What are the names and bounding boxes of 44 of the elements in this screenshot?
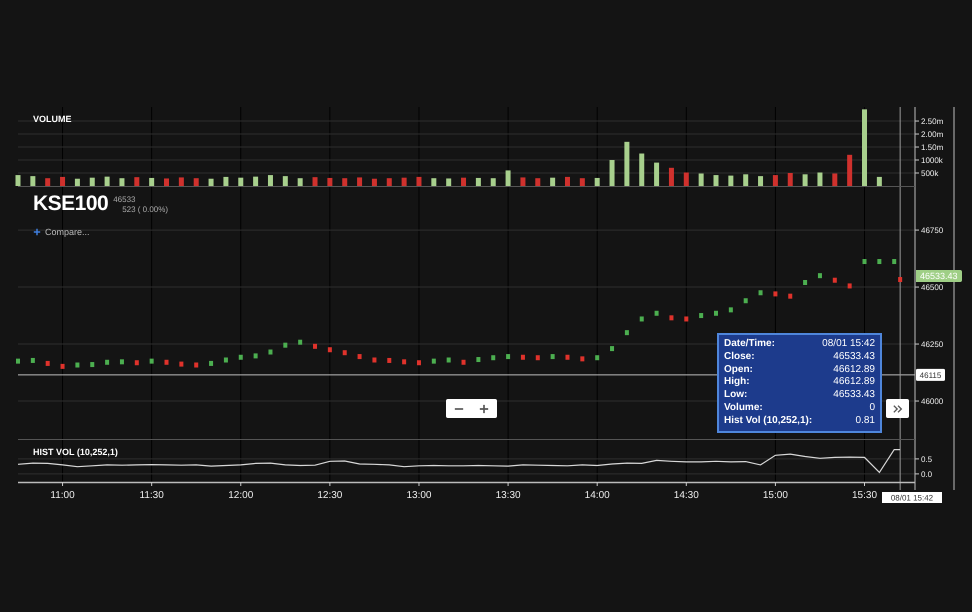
axis-label: 46000 [921, 397, 944, 406]
tooltip-label: Date/Time: [724, 338, 775, 351]
axis-label: 46250 [921, 340, 944, 350]
tooltip-label: Close: [724, 350, 755, 364]
axis-label: 13:00 [406, 490, 432, 501]
axis-label: 1000k [921, 156, 943, 166]
tooltip-label: Low: [724, 389, 748, 402]
axis-label: 12:30 [317, 490, 342, 501]
axis-label: 2.00m [921, 130, 944, 140]
axis-label: 46750 [921, 226, 944, 236]
tooltip-value: 08/01 15:42 [822, 338, 875, 351]
tooltip-value: 46612.89 [833, 364, 875, 376]
axis-label: 14:30 [674, 490, 699, 501]
axis-label: 0.0 [921, 470, 932, 479]
symbol-title: KSE100 [33, 193, 108, 215]
tooltip-value: 0.81 [856, 414, 875, 428]
axis-label: 12:00 [228, 490, 254, 501]
panel-title: VOLUME [33, 114, 72, 124]
axis-label: 2.50m [921, 117, 944, 126]
reference-price-tag: 46115 [916, 368, 945, 381]
axis-label: 46500 [921, 283, 944, 292]
change-value: 523 ( 0.00%) [122, 205, 168, 215]
panel-title: HIST VOL (10,252,1) [33, 447, 118, 457]
ref-line-label: 46115 [920, 370, 942, 380]
axis-label: 500k [921, 169, 938, 178]
axis-label: 0.5 [921, 454, 932, 464]
tooltip-value: 46533.43 [833, 350, 875, 364]
axis-label: 15:00 [762, 490, 788, 501]
axis-label: 15:30 [852, 490, 878, 501]
tooltip-value: 46533.43 [833, 389, 875, 402]
tooltip-label: High: [724, 376, 750, 390]
axis-label: 11:00 [50, 490, 75, 501]
tooltip-value: 0 [869, 402, 875, 415]
tooltip-label: Hist Vol (10,252,1): [724, 414, 812, 428]
tooltip-value: 46612.89 [833, 376, 875, 390]
tooltip-label: Open: [724, 364, 753, 376]
tooltip-label: Volume: [724, 402, 763, 415]
axis-label: 11:30 [140, 490, 164, 501]
crosshair-time-tag: 08/01 15:42 [882, 492, 942, 503]
last-price-tag: 46533.43 [916, 270, 962, 282]
axis-label: 13:30 [496, 490, 521, 501]
price-value: 46533 [113, 195, 136, 205]
axis-label: 1.50m [921, 143, 944, 152]
axis-label: 14:00 [584, 490, 610, 501]
